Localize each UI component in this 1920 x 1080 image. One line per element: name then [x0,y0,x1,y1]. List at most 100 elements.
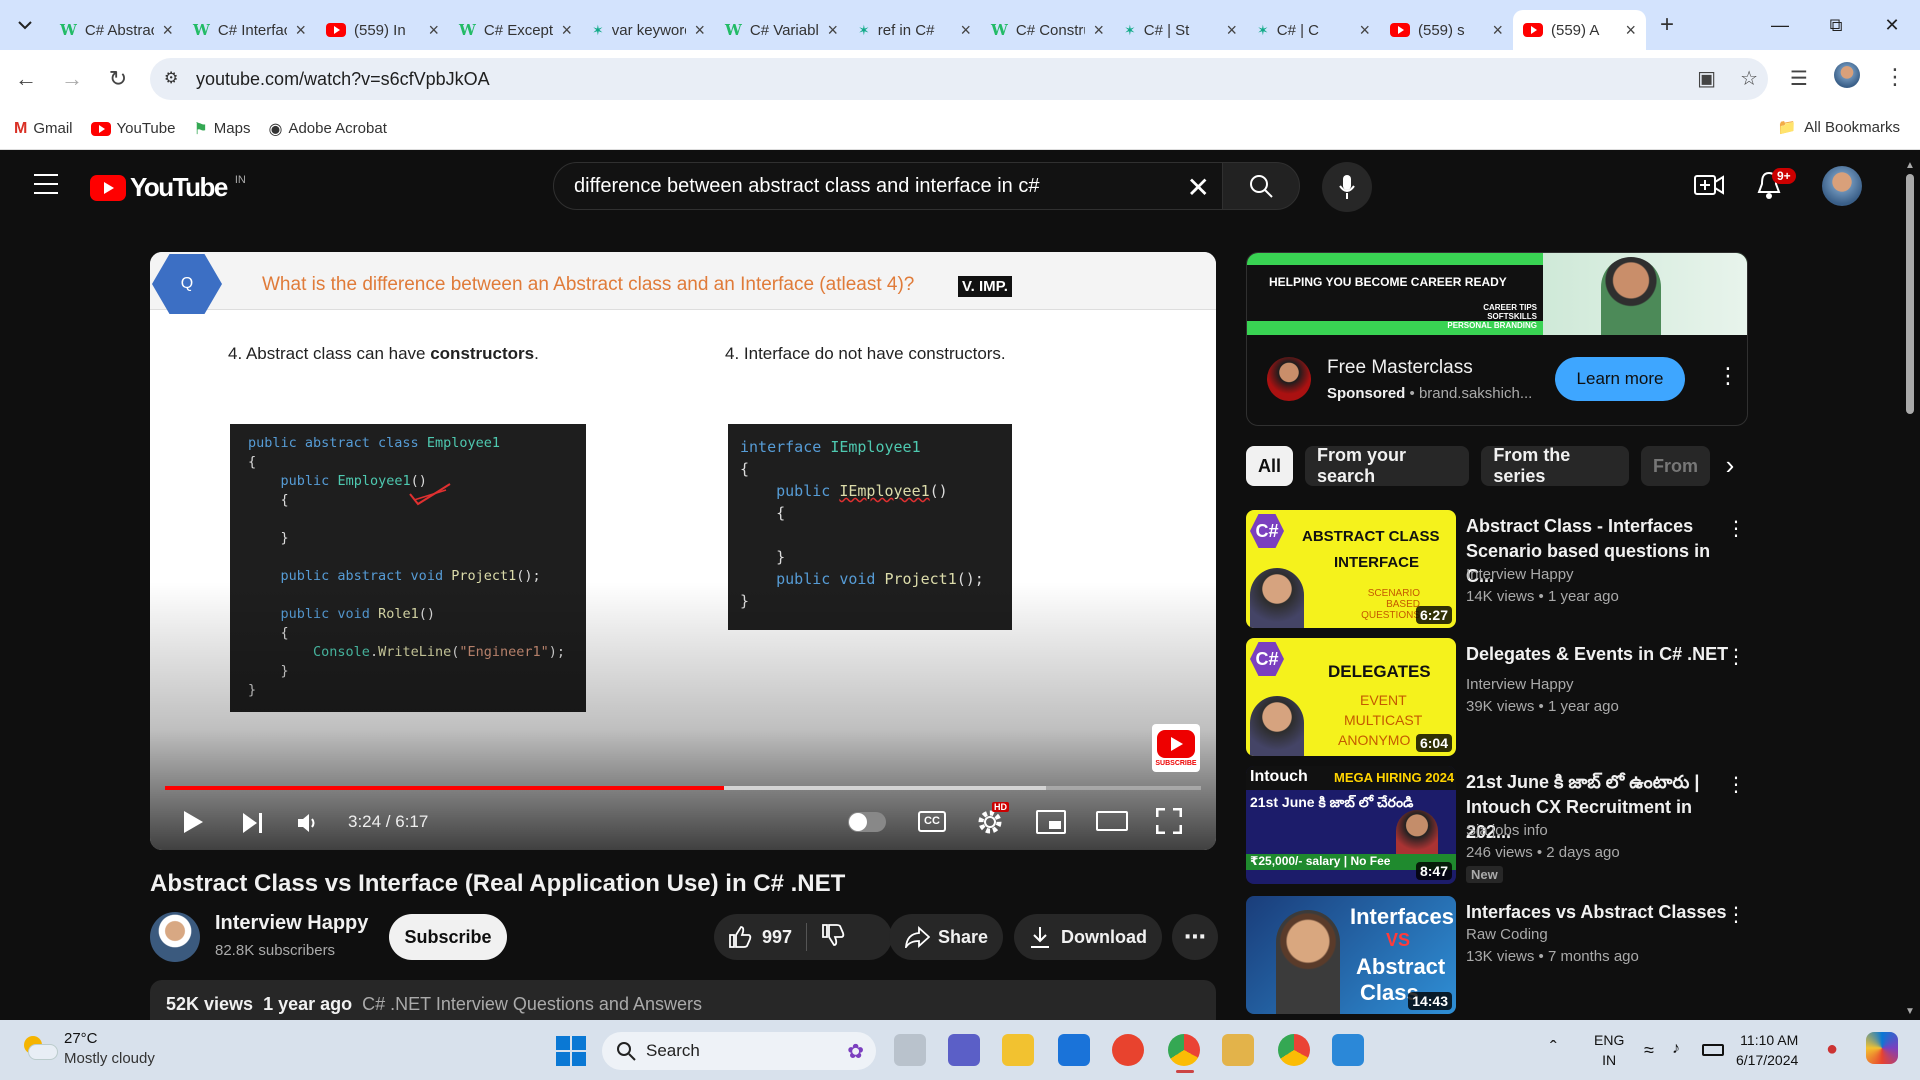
profile-avatar[interactable] [1834,62,1860,88]
tab-search-button[interactable] [8,8,42,42]
forward-button[interactable]: → [52,66,92,92]
browser-tab[interactable]: W C# Interface × [183,10,316,50]
close-tab-icon[interactable]: × [827,20,838,41]
more-icon[interactable]: ⋮ [1726,644,1746,669]
bookmark-youtube[interactable]: YouTube [90,120,175,137]
notification-bell-icon[interactable]: ● [1826,1038,1838,1061]
search-input[interactable]: difference between abstract class and in… [553,162,1223,210]
description-box[interactable]: 52K views 1 year ago C# .NET Interview Q… [150,980,1216,1022]
speaker-icon[interactable]: ♪ [1672,1040,1680,1058]
close-tab-icon[interactable]: × [1625,20,1636,41]
teams-icon[interactable] [948,1034,980,1066]
ad-more-icon[interactable]: ⋮ [1717,363,1739,389]
start-button[interactable] [556,1036,586,1071]
media-control-icon[interactable]: ☰ [1790,66,1808,91]
subscribe-button[interactable]: Subscribe [389,914,507,960]
mail-icon[interactable] [1058,1034,1090,1066]
mute-button[interactable] [296,812,318,839]
account-avatar[interactable] [1822,166,1862,206]
youtube-logo[interactable]: YouTube IN [90,172,246,203]
more-icon[interactable]: ⋮ [1726,516,1746,541]
wps-office-icon[interactable] [1112,1034,1144,1066]
more-icon[interactable]: ⋮ [1726,772,1746,797]
browser-tab[interactable]: W C# Variables × [715,10,848,50]
autoplay-toggle[interactable] [848,812,886,832]
recommendation-item[interactable]: Interfaces VS Abstract Class 14:43 Inter… [1246,896,1906,1014]
captions-button[interactable]: CC [918,811,946,832]
file-explorer-icon[interactable] [1002,1034,1034,1066]
browser-tab[interactable]: W C# Exceptions × [449,10,582,50]
address-bar[interactable]: ⚙ youtube.com/watch?v=s6cfVpbJkOA ▣ ☆ [150,58,1768,100]
taskbar-search[interactable]: Search ✿ [602,1032,876,1070]
recommendation-item[interactable]: C# ABSTRACT CLASS INTERFACE SCENARIO BAS… [1246,510,1906,628]
snipping-tool-icon[interactable] [1222,1034,1254,1066]
browser-menu-icon[interactable]: ⋮ [1884,64,1906,90]
wifi-icon[interactable]: ≈ [1644,1040,1654,1061]
scroll-down-icon[interactable]: ▼ [1904,1006,1916,1018]
close-tab-icon[interactable]: × [1093,20,1104,41]
more-icon[interactable]: ⋮ [1726,902,1746,927]
dislike-button[interactable] [821,923,845,952]
more-actions-button[interactable]: ⋯ [1172,914,1218,960]
task-view-icon[interactable] [894,1034,926,1066]
language-indicator[interactable]: ENG IN [1594,1030,1624,1070]
browser-tab[interactable]: (559) A × [1513,10,1646,50]
close-tab-icon[interactable]: × [694,20,705,41]
recommendation-item[interactable]: C# DELEGATES EVENT MULTICAST ANONYMO 6:0… [1246,638,1906,756]
clock[interactable]: 11:10 AM 6/17/2024 [1736,1030,1798,1070]
chip-from-search[interactable]: From your search [1305,446,1470,486]
settings-button[interactable]: HD [976,802,1009,841]
fullscreen-button[interactable] [1155,807,1183,839]
all-bookmarks[interactable]: 📁 All Bookmarks [1777,118,1900,137]
scroll-up-icon[interactable]: ▲ [1904,160,1916,172]
copilot-icon[interactable] [1866,1032,1898,1064]
close-tab-icon[interactable]: × [1359,20,1370,41]
voice-search-button[interactable] [1322,162,1372,212]
sponsored-ad[interactable]: HELPING YOU BECOME CAREER READY CAREER T… [1246,252,1748,426]
browser-tab[interactable]: W C# Abstract × [50,10,183,50]
learn-more-button[interactable]: Learn more [1555,357,1685,401]
menu-icon[interactable] [34,174,58,194]
channel-name[interactable]: Interview Happy [215,912,368,935]
site-info-icon[interactable]: ⚙ [164,68,178,88]
playlist-link[interactable]: C# .NET Interview Questions and Answers [362,994,702,1014]
close-tab-icon[interactable]: × [295,20,306,41]
miniplayer-button[interactable] [1036,810,1066,834]
browser-tab[interactable]: (559) s × [1380,10,1513,50]
download-button[interactable]: Download [1014,914,1162,960]
minimize-button[interactable]: — [1752,0,1808,50]
channel-subscribe-watermark[interactable]: SUBSCRIBE [1152,724,1200,772]
notifications-button[interactable]: 9+ [1756,168,1796,205]
browser-tab[interactable]: (559) In × [316,10,449,50]
bookmark-star-icon[interactable]: ☆ [1740,66,1758,91]
browser-tab[interactable]: ✶ C# | C × [1247,10,1380,50]
clear-search-icon[interactable]: ✕ [1187,171,1210,204]
show-hidden-icons[interactable]: ˆ [1550,1038,1557,1061]
install-app-icon[interactable]: ▣ [1697,66,1716,91]
create-video-button[interactable] [1694,172,1724,203]
close-tab-icon[interactable]: × [1492,20,1503,41]
back-button[interactable]: ← [6,66,46,92]
close-window-button[interactable]: ✕ [1864,0,1920,50]
restore-button[interactable]: ⧉ [1808,0,1864,50]
like-button[interactable]: 997 [728,925,792,949]
next-button[interactable] [242,812,264,839]
browser-tab[interactable]: ✶ C# | St × [1114,10,1247,50]
close-tab-icon[interactable]: × [561,20,572,41]
close-tab-icon[interactable]: × [162,20,173,41]
channel-avatar[interactable] [150,912,200,962]
browser-tab[interactable]: W C# Constructors × [981,10,1114,50]
recommendation-item[interactable]: Intouch MEGA HIRING 2024 21st June కి జా… [1246,766,1906,884]
close-tab-icon[interactable]: × [960,20,971,41]
weather-icon[interactable] [20,1034,60,1064]
notepad-icon[interactable] [1332,1034,1364,1066]
bookmark-maps[interactable]: ⚑ Maps [193,119,250,139]
theater-mode-button[interactable] [1096,811,1128,831]
chips-next-icon[interactable]: › [1710,446,1750,486]
chrome-profile-icon[interactable] [1278,1034,1310,1066]
bookmark-gmail[interactable]: M Gmail [14,120,73,138]
battery-icon[interactable] [1702,1044,1724,1056]
reload-button[interactable]: ↻ [98,66,138,92]
chip-all[interactable]: All [1246,446,1294,486]
close-tab-icon[interactable]: × [428,20,439,41]
